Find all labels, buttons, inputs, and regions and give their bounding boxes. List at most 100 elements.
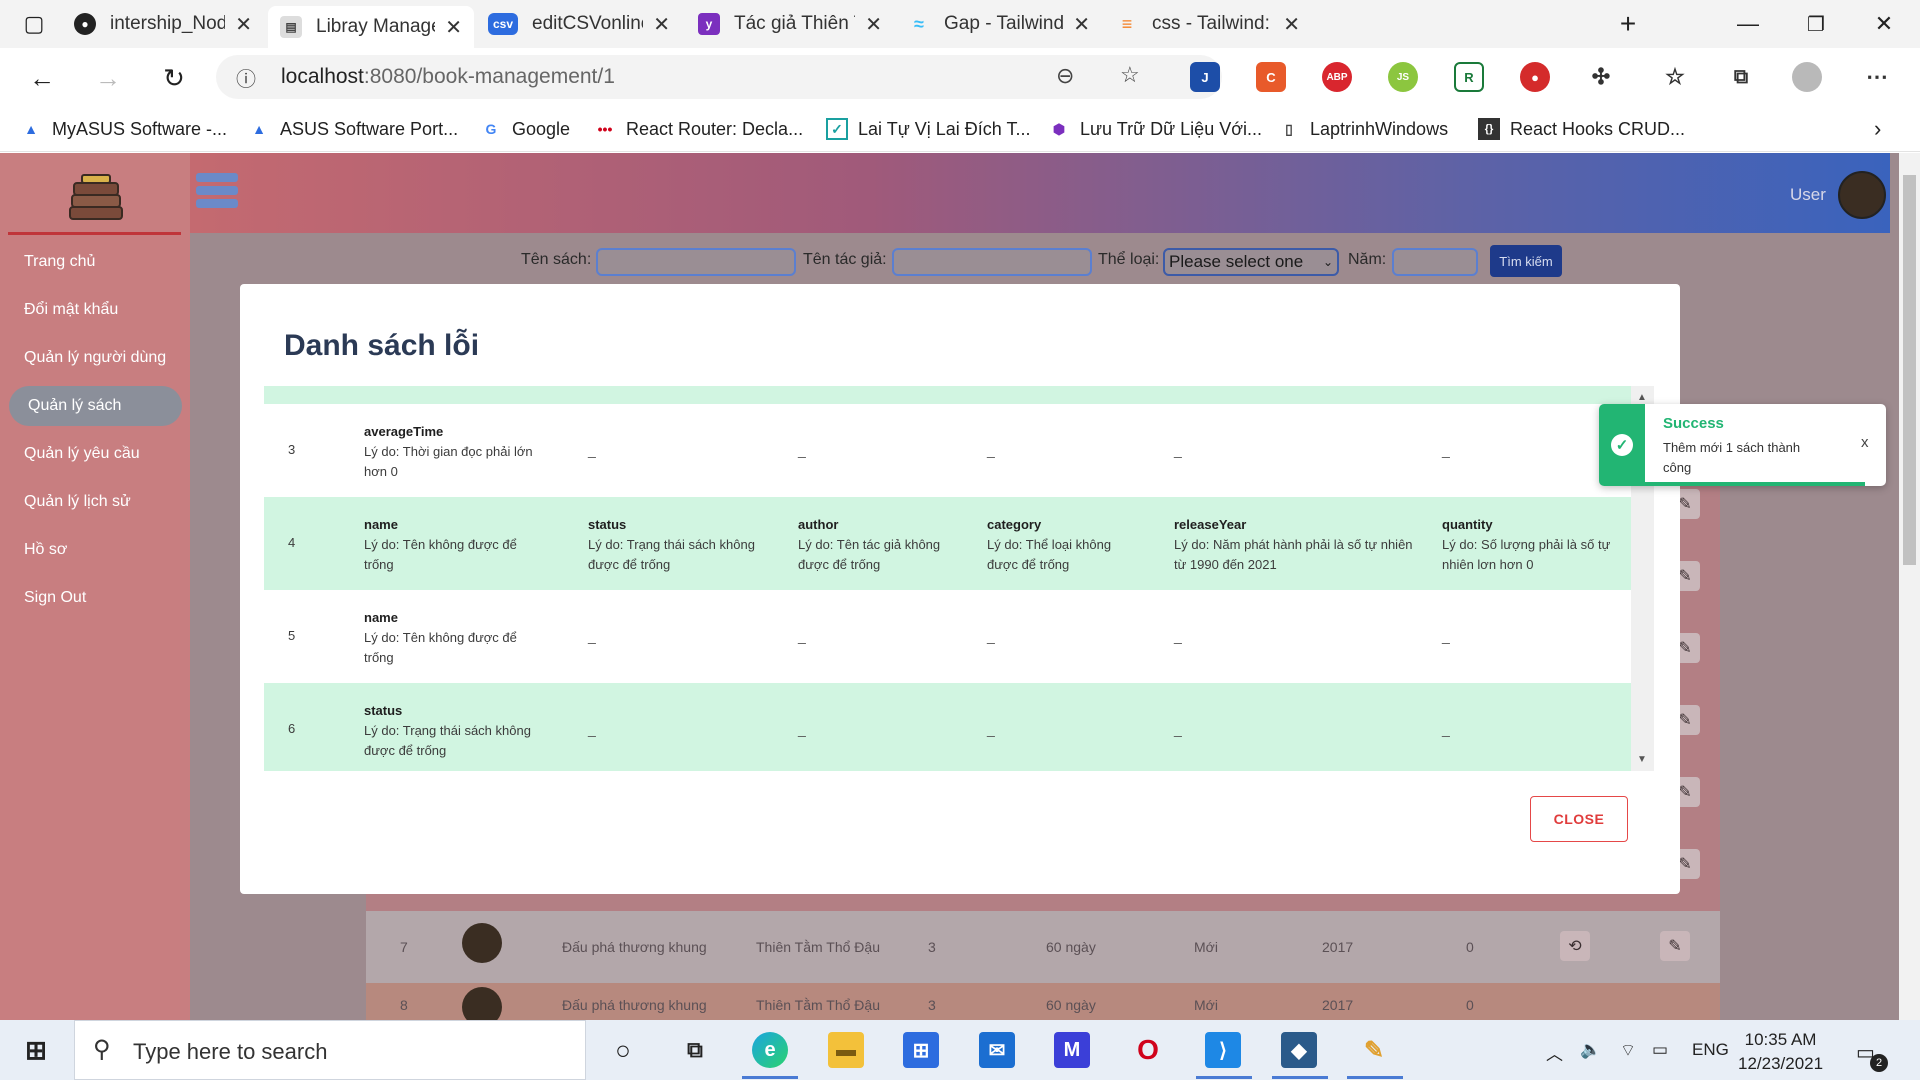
extension-c-icon[interactable]: C <box>1256 62 1286 92</box>
menu-toggle-icon[interactable] <box>196 173 240 217</box>
vscode-icon[interactable]: ⟩ <box>1205 1032 1241 1068</box>
error-list-scroll-area[interactable]: 3 averageTime Lý do: Thời gian đọc phải l… <box>264 386 1654 771</box>
bookmark-react-hooks[interactable]: {} React Hooks CRUD... <box>1478 116 1685 142</box>
opera-icon[interactable]: O <box>1130 1032 1166 1068</box>
favorites-icon[interactable]: ☆ <box>1660 62 1690 92</box>
extension-r-icon[interactable]: R <box>1454 62 1484 92</box>
microsoft-store-icon[interactable]: ⊞ <box>903 1032 939 1068</box>
more-menu-icon[interactable]: ⋯ <box>1862 62 1892 92</box>
mail-icon[interactable]: ✉ <box>979 1032 1015 1068</box>
page-scrollbar[interactable] <box>1899 153 1920 1020</box>
tab-close-icon[interactable]: ✕ <box>1073 12 1090 37</box>
error-list-modal: Danh sách lỗi 3 averageTime Lý do: Thời g… <box>240 284 1680 894</box>
history-icon[interactable]: ⟲ <box>1560 931 1590 961</box>
paint-icon[interactable]: ✎ <box>1356 1032 1392 1068</box>
error-field: name <box>364 610 398 625</box>
year-input[interactable] <box>1392 248 1478 276</box>
sidebar-item-quan-ly-sach[interactable]: Quản lý sách <box>28 397 121 415</box>
bookmark-myasus[interactable]: ▲ MyASUS Software -... <box>20 116 227 142</box>
sidebar-item-quan-ly-nguoi-dung[interactable]: Quản lý người dùng <box>24 349 166 367</box>
sidebar-item-sign-out[interactable]: Sign Out <box>24 589 86 607</box>
close-button[interactable]: CLOSE <box>1530 796 1628 842</box>
system-clock[interactable]: 10:35 AM 12/23/2021 <box>1738 1028 1823 1076</box>
tab-close-icon[interactable]: ✕ <box>445 15 462 40</box>
tab-editcsv[interactable]: csv editCSVonline - Edit ✕ <box>476 6 682 42</box>
language-indicator[interactable]: ENG <box>1692 1040 1729 1060</box>
sidebar-item-quan-ly-yeu-cau[interactable]: Quản lý yêu cầu <box>24 445 140 463</box>
forward-icon[interactable]: → <box>90 60 126 96</box>
tab-title: editCSVonline - Edit <box>532 13 644 34</box>
site-info-icon[interactable]: ⓘ <box>236 63 256 92</box>
sidebar-item-trang-chu[interactable]: Trang chủ <box>24 253 95 271</box>
url-bar[interactable]: ⓘ localhost:8080/book-management/1 ⊖ ☆ <box>216 55 1222 99</box>
edit-icon[interactable]: ✎ <box>1660 931 1690 961</box>
sidebar-item-doi-mat-khau[interactable]: Đổi mật khẩu <box>24 301 118 319</box>
tab-close-icon[interactable]: ✕ <box>865 12 882 37</box>
book-name-input[interactable] <box>596 248 796 276</box>
app-m-icon[interactable]: M <box>1054 1032 1090 1068</box>
error-field: quantity <box>1442 517 1493 532</box>
bookmark-laptrinhwindows[interactable]: ▯ LaptrinhWindows <box>1278 116 1448 142</box>
extension-j-icon[interactable]: J <box>1190 62 1220 92</box>
reload-icon[interactable]: ↻ <box>156 60 192 96</box>
tab-tailwind-gap[interactable]: ≈ Gap - Tailwind CSS ✕ <box>896 6 1102 42</box>
bookmark-luu-tru[interactable]: ⬢ Lưu Trữ Dữ Liệu Với... <box>1048 116 1262 142</box>
tray-overflow-icon[interactable]: ︿ <box>1546 1040 1563 1065</box>
tab-github[interactable]: ● intership_NodeJS_To ✕ <box>62 6 264 42</box>
bookmarks-overflow-icon[interactable]: › <box>1874 116 1881 142</box>
edge-browser-icon[interactable]: e <box>752 1032 788 1068</box>
bookmark-label: Lưu Trữ Dữ Liệu Với... <box>1080 118 1263 139</box>
chevron-down-icon: ⌄ <box>1322 255 1333 269</box>
tab-actions-icon[interactable]: ▢ <box>16 6 52 42</box>
adblock-icon[interactable]: ABP <box>1322 62 1352 92</box>
yahoo-icon: y <box>698 13 720 35</box>
scroll-up-icon[interactable]: ▲ <box>1637 392 1647 403</box>
category-select[interactable]: Please select one ⌄ <box>1163 248 1339 276</box>
toast-close-icon[interactable]: x <box>1861 434 1869 451</box>
error-cell: releaseYear Lý do: Năm phát hành phải là … <box>1174 515 1414 575</box>
error-reason: Lý do: Tên không được để trống <box>364 630 517 665</box>
task-view-icon[interactable]: ⧉ <box>677 1032 713 1068</box>
tab-tac-gia[interactable]: y Tác giả Thiên Tâm T ✕ <box>686 6 894 42</box>
author-input[interactable] <box>892 248 1092 276</box>
cortana-icon[interactable]: ○ <box>605 1032 641 1068</box>
tab-library-management[interactable]: ▤ Libray Management ✕ <box>268 6 474 48</box>
back-icon[interactable]: ← <box>24 60 60 96</box>
profile-avatar-icon[interactable] <box>1792 62 1822 92</box>
scrollbar-thumb[interactable] <box>1903 175 1916 565</box>
minimize-icon[interactable]: — <box>1730 6 1766 42</box>
error-field: category <box>987 517 1042 532</box>
wifi-icon[interactable]: ⌔ <box>1620 1040 1636 1061</box>
mysql-workbench-icon[interactable]: ◆ <box>1281 1032 1317 1068</box>
extension-js-icon[interactable]: JS <box>1388 62 1418 92</box>
sidebar-item-quan-ly-lich-su[interactable]: Quản lý lịch sử <box>24 493 131 511</box>
extensions-puzzle-icon[interactable]: ✣ <box>1586 62 1616 92</box>
new-tab-icon[interactable]: + <box>1610 6 1646 42</box>
bookmark-label: Lai Tự Vị Lai Đích T... <box>858 118 1031 139</box>
search-button[interactable]: Tìm kiếm <box>1490 245 1562 277</box>
restore-icon[interactable]: ❐ <box>1798 6 1834 42</box>
sidebar-item-ho-so[interactable]: Hồ sơ <box>24 541 67 559</box>
user-avatar[interactable] <box>1838 171 1886 219</box>
file-explorer-icon[interactable]: ▬ <box>828 1032 864 1068</box>
taskbar-search-box[interactable]: ⚲ Type here to search <box>74 1020 586 1080</box>
tab-stackoverflow[interactable]: ≡ css - Tailwind: text-c ✕ <box>1104 6 1312 42</box>
extension-stop-icon[interactable]: ● <box>1520 62 1550 92</box>
window-close-icon[interactable]: ✕ <box>1866 6 1902 42</box>
bookmark-react-router[interactable]: ••• React Router: Decla... <box>594 116 803 142</box>
bookmark-google[interactable]: G Google <box>480 116 571 142</box>
bookmark-lai-tu-vi[interactable]: ✓ Lai Tự Vị Lai Đích T... <box>826 116 1030 142</box>
tab-close-icon[interactable]: ✕ <box>235 12 252 37</box>
volume-icon[interactable]: 🔈 <box>1580 1040 1601 1060</box>
windows-start-icon[interactable]: ⊞ <box>18 1032 54 1068</box>
battery-icon[interactable]: ▭ <box>1652 1040 1668 1060</box>
collections-icon[interactable]: ⧉ <box>1726 62 1756 92</box>
bookmark-asus-portal[interactable]: ▲ ASUS Software Port... <box>248 116 458 142</box>
tab-close-icon[interactable]: ✕ <box>1283 12 1300 37</box>
tab-close-icon[interactable]: ✕ <box>653 12 670 37</box>
scroll-down-icon[interactable]: ▼ <box>1637 754 1647 765</box>
favorite-star-icon[interactable]: ☆ <box>1120 62 1140 88</box>
user-label: User <box>1790 185 1826 204</box>
zoom-icon[interactable]: ⊖ <box>1056 63 1074 89</box>
empty-cell: _ <box>1442 721 1450 737</box>
